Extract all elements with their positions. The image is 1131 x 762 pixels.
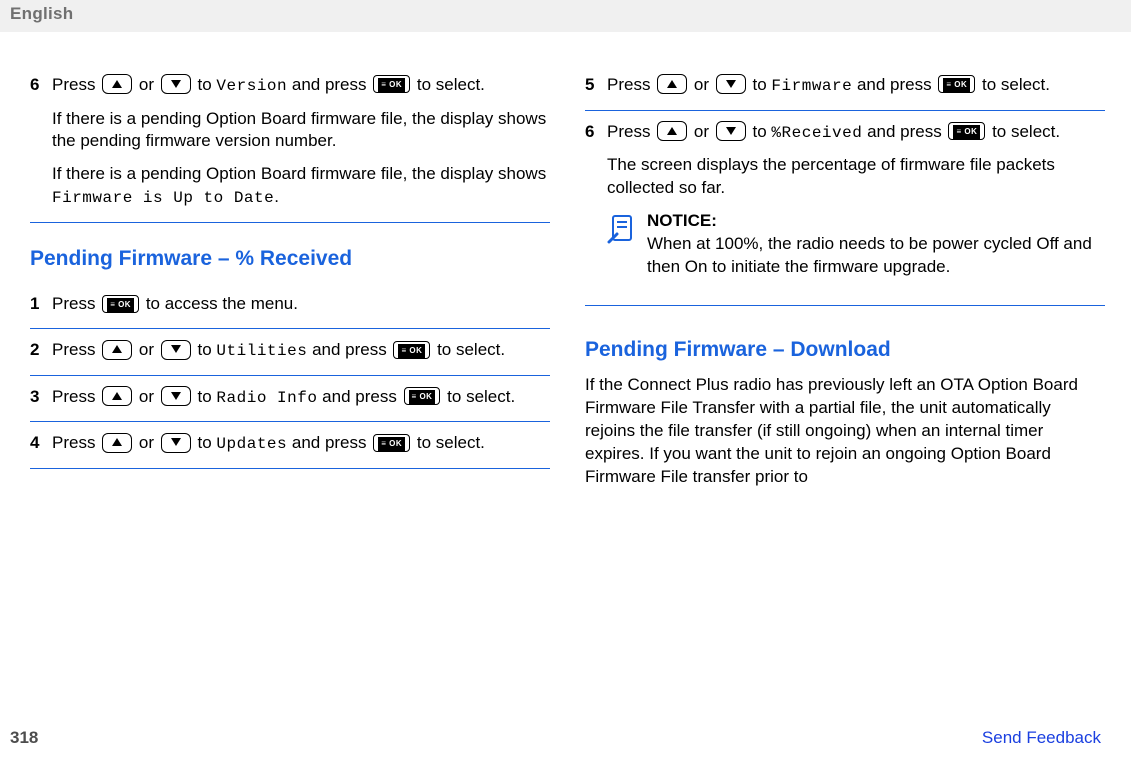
notice-body: NOTICE: When at 100%, the radio needs to… — [647, 210, 1105, 279]
right-step-6: 6 Press or to %Received and press ≡ OK t… — [585, 111, 1105, 291]
lcd-text: Firmware — [771, 77, 852, 95]
step-number: 2 — [30, 339, 52, 363]
step-number: 1 — [30, 293, 52, 316]
notice-icon — [607, 210, 647, 279]
content-area: 6 Press or to Version and press ≡ OK to … — [0, 32, 1131, 719]
step-body: Press or to Version and press ≡ OK to se… — [52, 74, 550, 210]
up-key-icon — [102, 433, 132, 453]
section-paragraph: If the Connect Plus radio has previously… — [585, 374, 1105, 489]
footer: 318 Send Feedback — [0, 719, 1131, 762]
step-body: Press or to Radio Info and press ≡ OK to… — [52, 386, 550, 410]
step-number: 6 — [30, 74, 52, 210]
right-column: 5 Press or to Firmware and press ≡ OK to… — [585, 64, 1105, 719]
lcd-text: Radio Info — [216, 389, 317, 407]
up-key-icon — [102, 386, 132, 406]
notice-title: NOTICE: — [647, 211, 717, 230]
step-text: Press or to Firmware and press ≡ OK to s… — [607, 74, 1105, 98]
up-key-icon — [102, 74, 132, 94]
up-key-icon — [657, 121, 687, 141]
page: English 6 Press or to Version and press … — [0, 0, 1131, 762]
up-key-icon — [102, 340, 132, 360]
step-text: Press ≡ OK to access the menu. — [52, 293, 550, 316]
step-number: 4 — [30, 432, 52, 456]
step-text: Press or to Utilities and press ≡ OK to … — [52, 339, 550, 363]
up-key-icon — [657, 74, 687, 94]
left-step-6: 6 Press or to Version and press ≡ OK to … — [30, 64, 550, 223]
step-text: Press or to Updates and press ≡ OK to se… — [52, 432, 550, 456]
right-step-5: 5 Press or to Firmware and press ≡ OK to… — [585, 64, 1105, 111]
left-step-1: 1 Press ≡ OK to access the menu. — [30, 283, 550, 329]
down-key-icon — [716, 121, 746, 141]
section-heading-download: Pending Firmware – Download — [585, 336, 1105, 364]
step-body: Press ≡ OK to access the menu. — [52, 293, 550, 316]
down-key-icon — [161, 433, 191, 453]
lcd-text: %Received — [771, 124, 862, 142]
step-text: Press or to Version and press ≡ OK to se… — [52, 74, 550, 98]
step-body: Press or to %Received and press ≡ OK to … — [607, 121, 1105, 279]
ok-key-icon: ≡ OK — [404, 387, 441, 405]
section-divider — [585, 305, 1105, 306]
step-number: 6 — [585, 121, 607, 279]
lcd-text: Version — [216, 77, 287, 95]
step-text: If there is a pending Option Board firmw… — [52, 108, 550, 154]
step-number: 3 — [30, 386, 52, 410]
ok-key-icon: ≡ OK — [948, 122, 985, 140]
down-key-icon — [161, 74, 191, 94]
ok-key-icon: ≡ OK — [373, 434, 410, 452]
lcd-text: Updates — [216, 435, 287, 453]
header-bar: English — [0, 0, 1131, 32]
header-language: English — [10, 4, 74, 23]
ok-key-icon: ≡ OK — [938, 75, 975, 93]
step-body: Press or to Firmware and press ≡ OK to s… — [607, 74, 1105, 98]
step-text: If there is a pending Option Board firmw… — [52, 163, 550, 210]
step-text: Press or to %Received and press ≡ OK to … — [607, 121, 1105, 145]
step-number: 5 — [585, 74, 607, 98]
left-column: 6 Press or to Version and press ≡ OK to … — [30, 64, 550, 719]
left-step-4: 4 Press or to Updates and press ≡ OK to … — [30, 422, 550, 469]
notice-text: When at 100%, the radio needs to be powe… — [647, 234, 1092, 276]
lcd-text: Firmware is Up to Date — [52, 189, 274, 207]
left-step-3: 3 Press or to Radio Info and press ≡ OK … — [30, 376, 550, 423]
ok-key-icon: ≡ OK — [102, 295, 139, 313]
down-key-icon — [161, 386, 191, 406]
ok-key-icon: ≡ OK — [393, 341, 430, 359]
step-body: Press or to Utilities and press ≡ OK to … — [52, 339, 550, 363]
send-feedback-link[interactable]: Send Feedback — [982, 727, 1101, 750]
ok-key-icon: ≡ OK — [373, 75, 410, 93]
down-key-icon — [716, 74, 746, 94]
section-heading-received: Pending Firmware – % Received — [30, 245, 550, 273]
notice-block: NOTICE: When at 100%, the radio needs to… — [607, 210, 1105, 279]
step-text: The screen displays the percentage of fi… — [607, 154, 1105, 200]
left-step-2: 2 Press or to Utilities and press ≡ OK t… — [30, 329, 550, 376]
step-text: Press or to Radio Info and press ≡ OK to… — [52, 386, 550, 410]
step-body: Press or to Updates and press ≡ OK to se… — [52, 432, 550, 456]
lcd-text: Utilities — [216, 342, 307, 360]
down-key-icon — [161, 340, 191, 360]
page-number: 318 — [10, 727, 38, 750]
